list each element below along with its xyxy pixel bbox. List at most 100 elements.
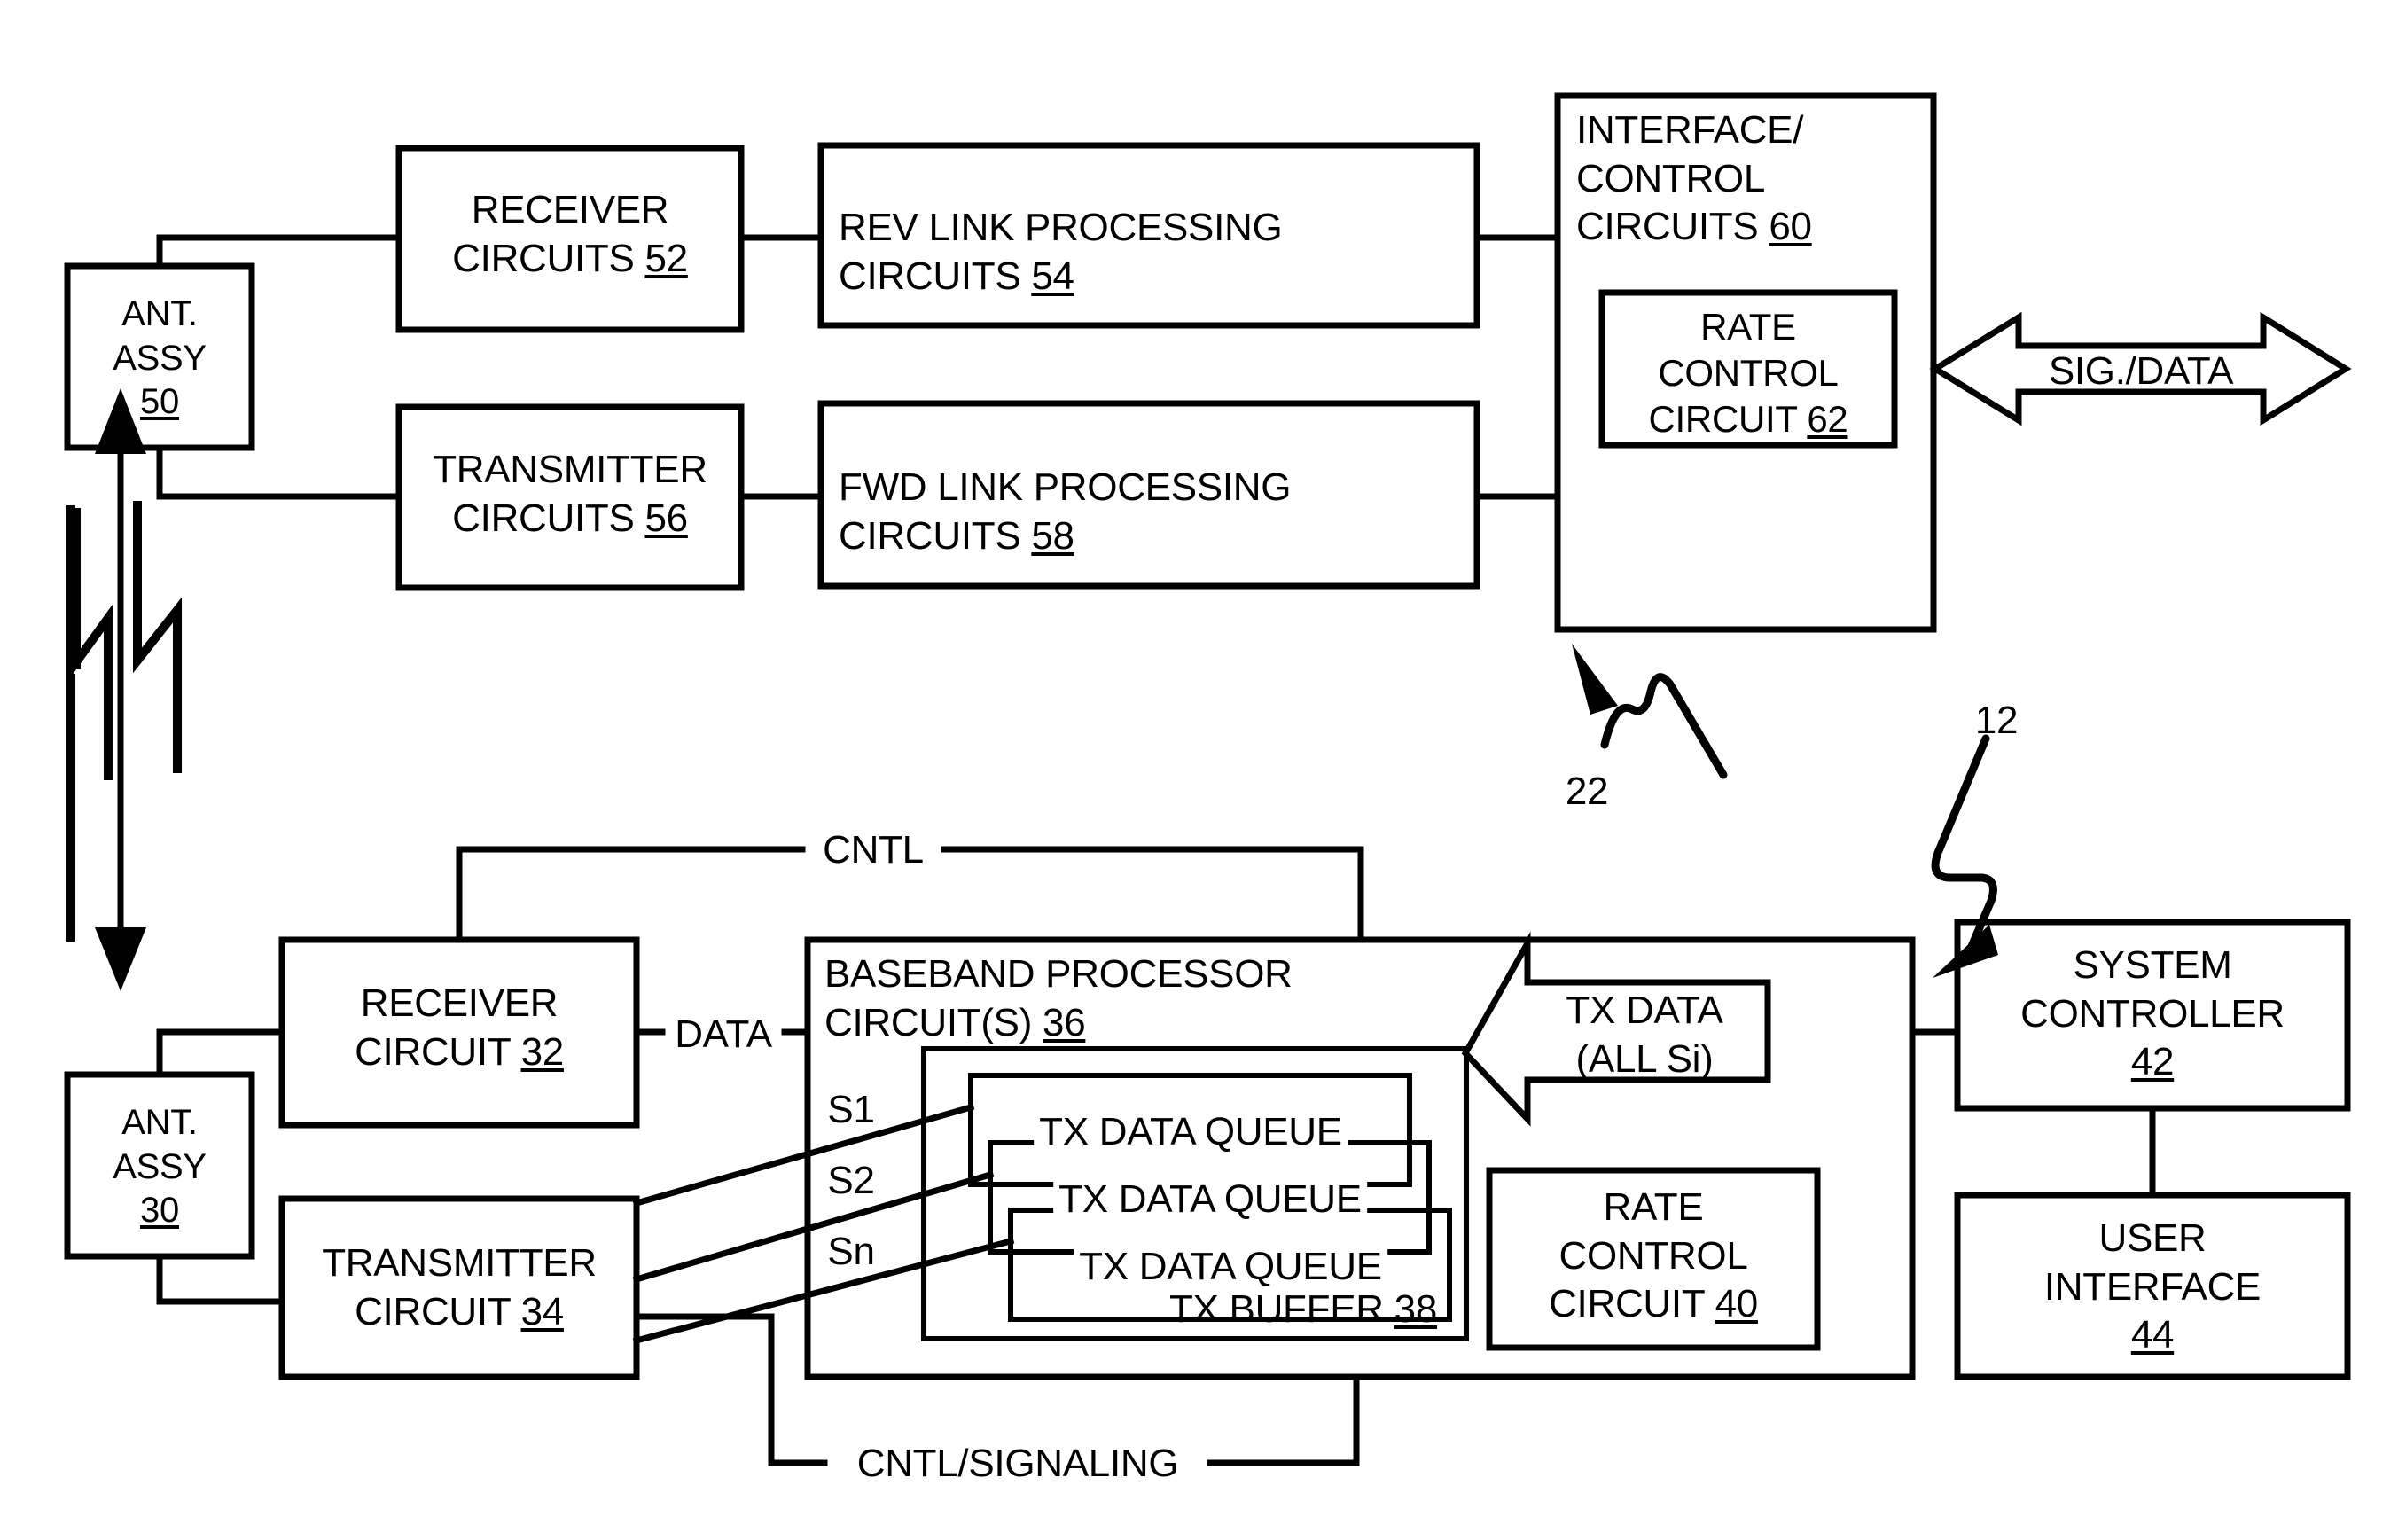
transmitter-circuits-56-line1: TRANSMITTER — [433, 448, 707, 491]
wire-ant30-to-receiver32 — [156, 1028, 285, 1078]
baseband-processor-36-line2: CIRCUIT(S) 36 — [824, 999, 1293, 1048]
user-interface-44-label: USER INTERFACE 44 — [2044, 1215, 2261, 1360]
rate-control-circuit-40-label: RATE CONTROL CIRCUIT 40 — [1549, 1184, 1758, 1329]
rate-control-circuit-40-line2: CONTROL — [1558, 1233, 1748, 1278]
rev-link-processing-54-word: CIRCUITS — [839, 254, 1021, 298]
interface-control-circuits-60-word: CIRCUITS — [1576, 205, 1759, 249]
antenna-assembly-30-label: ANT. ASSY 30 — [113, 1101, 207, 1233]
receiver-circuit-32-line1: RECEIVER — [360, 981, 559, 1025]
tx-data-queue-label-3: TX DATA QUEUE — [1074, 1243, 1387, 1292]
interface-control-circuits-60-label: INTERFACE/ CONTROL CIRCUITS 60 — [1576, 106, 1812, 252]
rev-link-processing-54-line1: REV LINK PROCESSING — [839, 206, 1283, 249]
reference-leader-22-arrowhead — [1572, 644, 1618, 715]
antenna-assembly-50-label: ANT. ASSY 50 — [113, 293, 207, 425]
system-controller-42-label: SYSTEM CONTROLLER 42 — [2020, 942, 2285, 1087]
receiver-circuit-32-label: RECEIVER CIRCUIT 32 — [355, 980, 564, 1076]
tx-data-callout-line1: TX DATA — [1566, 989, 1723, 1032]
antenna-assembly-30-line1: ANT. — [121, 1103, 198, 1142]
reference-leader-22 — [1600, 673, 1728, 779]
tx-data-callout-line2: (ALL Si) — [1575, 1036, 1714, 1081]
reference-leader-12-arrowhead — [1933, 925, 1998, 978]
wire-sn-stream — [632, 1237, 1015, 1345]
stream-label-s1: S1 — [827, 1088, 875, 1131]
tx-buffer-38-num: 38 — [1394, 1287, 1438, 1331]
receiver-circuit-32-word: CIRCUIT — [355, 1029, 511, 1074]
wire-cntl-left-segment — [456, 846, 806, 943]
fwd-link-processing-58-line2: CIRCUITS 58 — [839, 512, 1291, 561]
rev-link-processing-54-label: REV LINK PROCESSING CIRCUITS 54 — [839, 204, 1283, 301]
interface-control-circuits-60-num: 60 — [1769, 205, 1812, 249]
wire-cntlsig-left-segment — [633, 1313, 828, 1466]
transmitter-circuit-34-label: TRANSMITTER CIRCUIT 34 — [322, 1239, 597, 1336]
tx-data-queue-label-2: TX DATA QUEUE — [1053, 1176, 1367, 1224]
transmitter-circuit-34-word: CIRCUIT — [355, 1289, 511, 1333]
user-interface-44-num: 44 — [2130, 1313, 2175, 1357]
rate-control-circuit-62-num: 62 — [1807, 398, 1848, 441]
wire-cntl-right-segment — [941, 846, 1364, 943]
air-interface-arrow-down-head — [95, 927, 146, 991]
stream-label-sn: Sn — [827, 1230, 875, 1273]
antenna-assembly-30-num: 30 — [140, 1191, 179, 1231]
transmitter-circuits-56-label: TRANSMITTER CIRCUITS 56 — [433, 446, 707, 543]
reference-numeral-22: 22 — [1565, 770, 1609, 813]
interface-control-circuits-60-line2: CONTROL — [1576, 156, 1766, 200]
wire-s1-stream — [632, 1103, 975, 1208]
receiver-circuit-32-num: 32 — [520, 1029, 565, 1074]
receiver-circuits-52-line2: CIRCUITS 52 — [452, 235, 688, 284]
transmitter-circuit-34-line1: TRANSMITTER — [322, 1241, 597, 1285]
baseband-processor-36-num: 36 — [1043, 1000, 1086, 1044]
rev-link-processing-54-line2: CIRCUITS 54 — [839, 253, 1282, 301]
wire-ant30-to-transmitter34 — [156, 1253, 285, 1305]
rate-control-circuit-40-word: CIRCUIT — [1549, 1282, 1705, 1326]
rf-wave-bolt-right-2 — [133, 501, 182, 773]
rate-control-circuit-62-line1: RATE — [1700, 306, 1796, 348]
wire-ant50-to-transmitter56 — [156, 444, 402, 500]
transmitter-circuits-56-word: CIRCUITS — [452, 496, 635, 540]
signal-label-cntl: CNTL — [823, 828, 924, 872]
baseband-processor-36-line1: BASEBAND PROCESSOR — [824, 952, 1293, 996]
transmitter-circuits-56-num: 56 — [644, 496, 688, 540]
rate-control-circuit-40-line3: CIRCUIT 40 — [1549, 1280, 1758, 1329]
fwd-link-processing-58-word: CIRCUITS — [839, 513, 1021, 558]
tx-buffer-38-label: TX BUFFER 38 — [1169, 1286, 1437, 1334]
system-controller-42-num: 42 — [2130, 1040, 2175, 1084]
rate-control-circuit-40-line1: RATE — [1603, 1185, 1704, 1229]
reference-numeral-12: 12 — [1974, 699, 2019, 742]
receiver-circuits-52-num: 52 — [644, 236, 688, 280]
wire-cntlsig-right-segment — [1207, 1373, 1360, 1466]
stream-label-s2: S2 — [827, 1159, 875, 1202]
receiver-circuits-52-word: CIRCUITS — [452, 236, 635, 280]
system-controller-42-line1: SYSTEM — [2073, 943, 2232, 987]
signal-label-data: DATA — [675, 1012, 772, 1056]
rate-control-circuit-62-line2: CONTROL — [1658, 352, 1839, 395]
rate-control-circuit-62-label: RATE CONTROL CIRCUIT 62 — [1649, 304, 1848, 442]
signal-label-cntl-signaling: CNTL/SIGNALING — [856, 1442, 1179, 1485]
receiver-circuits-52-label: RECEIVER CIRCUITS 52 — [452, 186, 688, 283]
rate-control-circuit-62-line3: CIRCUIT 62 — [1649, 396, 1848, 442]
interface-control-circuits-60-line3: CIRCUITS 60 — [1576, 203, 1812, 252]
antenna-assembly-30-line2: ASSY — [113, 1146, 207, 1186]
receiver-circuits-52-line1: RECEIVER — [471, 188, 669, 231]
fwd-link-processing-58-num: 58 — [1031, 513, 1074, 558]
user-interface-44-line1: USER — [2098, 1216, 2207, 1260]
baseband-processor-36-word: CIRCUIT(S) — [824, 1000, 1033, 1044]
interface-control-circuits-60-line1: INTERFACE/ — [1576, 108, 1804, 152]
patent-figure: ANT. ASSY 50 RECEIVER CIRCUITS 52 REV LI… — [0, 0, 2406, 1540]
rate-control-circuit-40-num: 40 — [1715, 1282, 1759, 1326]
reference-leader-12 — [1931, 734, 1997, 955]
fwd-link-processing-58-label: FWD LINK PROCESSING CIRCUITS 58 — [839, 464, 1291, 560]
antenna-assembly-50-num: 50 — [140, 382, 179, 422]
antenna-assembly-50-line2: ASSY — [113, 338, 207, 378]
tx-buffer-38-word: TX BUFFER — [1168, 1287, 1384, 1331]
transmitter-circuits-56-line2: CIRCUITS 56 — [433, 495, 707, 543]
transmitter-circuit-34-num: 34 — [520, 1289, 565, 1333]
transmitter-circuit-34-line2: CIRCUIT 34 — [322, 1288, 597, 1337]
system-controller-42-line2: CONTROLLER — [2020, 991, 2285, 1036]
tx-data-queue-label-1: TX DATA QUEUE — [1034, 1108, 1348, 1157]
fwd-link-processing-58-line1: FWD LINK PROCESSING — [839, 465, 1292, 509]
tx-data-callout-label: TX DATA (ALL Si) — [1566, 987, 1722, 1083]
rate-control-circuit-62-word: CIRCUIT — [1648, 398, 1798, 441]
baseband-processor-36-label: BASEBAND PROCESSOR CIRCUIT(S) 36 — [824, 950, 1293, 1047]
wire-ant50-to-receiver52 — [156, 234, 402, 270]
sig-data-label: SIG./DATA — [2048, 349, 2234, 393]
